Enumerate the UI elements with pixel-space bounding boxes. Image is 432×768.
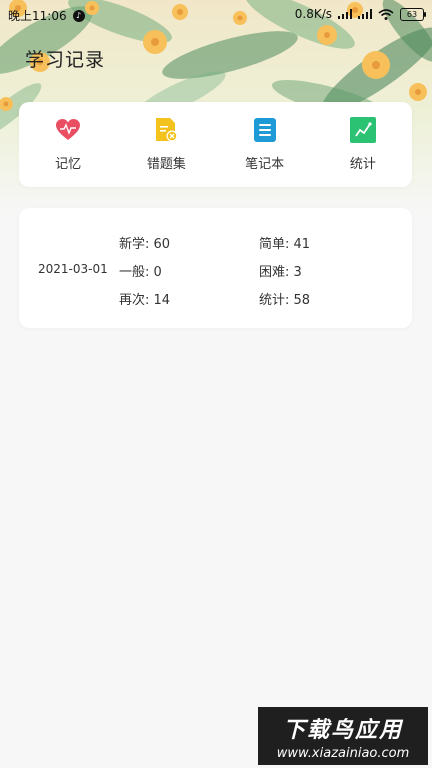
stat-total: 统计: 58 bbox=[259, 293, 311, 308]
tiktok-notification-icon: ♪ bbox=[72, 9, 85, 22]
stat-simple: 简单: 41 bbox=[259, 237, 311, 252]
watermark-title: 下载鸟应用 bbox=[282, 718, 403, 743]
menu-label-wrong-questions: 错题集 bbox=[146, 157, 186, 172]
menu-item-wrong-questions[interactable]: 错题集 bbox=[126, 117, 206, 172]
watermark-logo: 下载鸟应用 www.xiazainiao.com bbox=[258, 707, 428, 765]
record-date: 2021-03-01 bbox=[38, 262, 108, 276]
heart-icon bbox=[55, 117, 81, 143]
stat-normal: 一般: 0 bbox=[119, 265, 162, 280]
wrong-doc-icon bbox=[153, 117, 179, 143]
signal-icon bbox=[338, 9, 352, 19]
page-title: 学习记录 bbox=[25, 49, 106, 71]
stat-difficult: 困难: 3 bbox=[259, 265, 302, 280]
status-time: 晚上11:06 bbox=[8, 9, 67, 23]
menu-item-memory[interactable]: 记忆 bbox=[28, 117, 108, 172]
stat-again: 再次: 14 bbox=[119, 293, 171, 308]
battery-icon: 63 bbox=[400, 7, 426, 21]
stat-new-learn: 新学: 60 bbox=[119, 237, 171, 252]
status-bar: 晚上11:06 ♪ 0.8K/s 63 bbox=[0, 0, 432, 30]
menu-item-statistics[interactable]: 统计 bbox=[323, 117, 403, 172]
record-card[interactable]: 2021-03-01 新学: 60 简单: 41 一般: 0 困难: 3 再次:… bbox=[19, 208, 412, 328]
menu-label-memory: 记忆 bbox=[55, 157, 82, 172]
chart-icon bbox=[349, 117, 376, 143]
wifi-icon bbox=[378, 8, 394, 20]
menu-label-statistics: 统计 bbox=[349, 157, 376, 172]
signal-icon-2 bbox=[358, 9, 372, 19]
menu-label-notebook: 笔记本 bbox=[245, 157, 285, 172]
network-speed: 0.8K/s bbox=[294, 7, 332, 21]
notebook-icon bbox=[252, 117, 278, 143]
watermark-url: www.xiazainiao.com bbox=[276, 746, 410, 761]
menu-card: 记忆 错题集 笔记本 统计 bbox=[19, 102, 412, 187]
menu-item-notebook[interactable]: 笔记本 bbox=[225, 117, 305, 172]
